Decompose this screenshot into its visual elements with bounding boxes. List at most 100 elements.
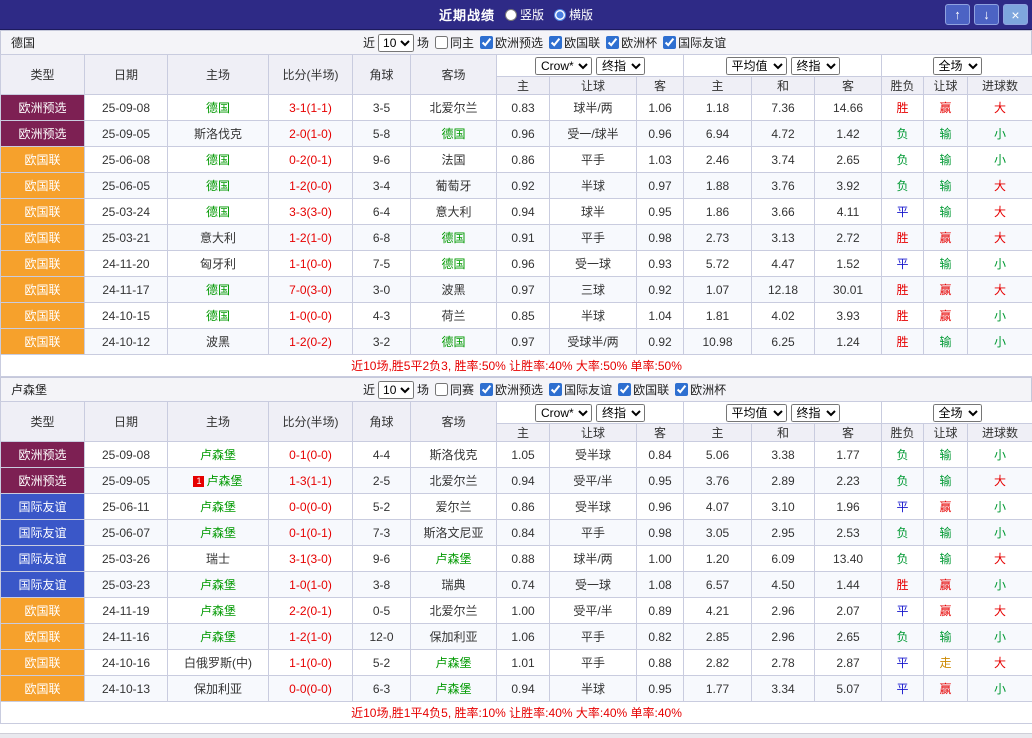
league-filter[interactable]: 国际友谊 <box>549 381 612 398</box>
corner-score: 6-3 <box>353 676 411 702</box>
avg-draw: 4.72 <box>752 121 815 147</box>
match-score: 1-0(1-0) <box>269 572 353 598</box>
result-goals: 大 <box>968 225 1032 251</box>
average-select[interactable]: 平均值 <box>726 57 787 75</box>
away-team-name: 德国 <box>441 231 465 245</box>
result-winloss: 负 <box>882 546 924 572</box>
scroll-down-button[interactable]: ↓ <box>974 4 999 25</box>
odds-away: 0.98 <box>637 520 684 546</box>
league-filter-checkbox[interactable] <box>618 383 631 396</box>
league-filter[interactable]: 欧洲杯 <box>675 381 726 398</box>
avg-draw: 3.38 <box>752 442 815 468</box>
odds-away: 1.04 <box>637 303 684 329</box>
bookmaker-odds-group: Crow*终指 <box>497 55 684 77</box>
league-filter[interactable]: 欧国联 <box>618 381 669 398</box>
league-filter[interactable]: 欧洲杯 <box>606 34 657 51</box>
match-score: 1-1(0-0) <box>269 650 353 676</box>
odds-home: 0.92 <box>497 173 550 199</box>
match-row: 国际友谊25-03-23卢森堡1-0(1-0)3-8瑞典0.74受一球1.086… <box>1 572 1032 598</box>
result-goals: 大 <box>968 650 1032 676</box>
avg-away: 14.66 <box>815 95 882 121</box>
match-score: 0-0(0-0) <box>269 676 353 702</box>
league-filter-checkbox[interactable] <box>675 383 688 396</box>
same-venue-checkbox[interactable] <box>435 36 448 49</box>
avg-away: 3.92 <box>815 173 882 199</box>
bookmaker-select[interactable]: Crow* <box>535 57 592 75</box>
result-handicap: 输 <box>924 173 968 199</box>
subcol-avg_home: 主 <box>684 424 752 442</box>
away-team: 德国 <box>411 251 497 277</box>
away-team: 卢森堡 <box>411 676 497 702</box>
league-filter-checkbox[interactable] <box>480 36 493 49</box>
average-odds-group: 平均值终指 <box>684 402 882 424</box>
avg-draw: 6.09 <box>752 546 815 572</box>
away-team: 爱尔兰 <box>411 494 497 520</box>
league-filter-checkbox[interactable] <box>606 36 619 49</box>
same-venue-filter[interactable]: 同主 <box>435 34 474 51</box>
subcol-avg_away: 客 <box>815 77 882 95</box>
league-filter-checkbox[interactable] <box>549 383 562 396</box>
layout-option-horizontal[interactable]: 横版 <box>554 6 593 23</box>
odds-home: 0.74 <box>497 572 550 598</box>
odds-away: 0.96 <box>637 121 684 147</box>
result-handicap: 赢 <box>924 277 968 303</box>
final-odds-select[interactable]: 终指 <box>596 404 645 422</box>
away-team: 德国 <box>411 225 497 251</box>
matches-label: 场 <box>417 381 429 398</box>
result-goals: 小 <box>968 303 1032 329</box>
average-final-odds-select[interactable]: 终指 <box>791 57 840 75</box>
away-team-name: 北爱尔兰 <box>429 474 477 488</box>
fulltime-select[interactable]: 全场 <box>933 404 982 422</box>
result-winloss: 负 <box>882 624 924 650</box>
league-filter[interactable]: 欧洲预选 <box>480 381 543 398</box>
avg-home: 2.73 <box>684 225 752 251</box>
odds-home: 0.94 <box>497 676 550 702</box>
result-goals: 小 <box>968 676 1032 702</box>
match-count-select[interactable]: 10 <box>378 381 414 399</box>
avg-home: 1.81 <box>684 303 752 329</box>
scroll-up-button[interactable]: ↑ <box>945 4 970 25</box>
odds-handicap: 受半球 <box>550 442 637 468</box>
team-bar: 德国近10场同主欧洲预选欧国联欧洲杯国际友谊 <box>0 30 1032 54</box>
home-team-name: 卢森堡 <box>200 630 236 644</box>
horizontal-radio[interactable] <box>554 9 566 21</box>
fulltime-select[interactable]: 全场 <box>933 57 982 75</box>
corner-score: 3-4 <box>353 173 411 199</box>
result-goals: 大 <box>968 277 1032 303</box>
subcol-odds_handicap: 让球 <box>550 77 637 95</box>
odds-home: 0.85 <box>497 303 550 329</box>
odds-home: 0.86 <box>497 147 550 173</box>
match-date: 25-06-08 <box>85 147 168 173</box>
avg-away: 2.65 <box>815 147 882 173</box>
league-filter-checkbox[interactable] <box>480 383 493 396</box>
league-filter-checkbox[interactable] <box>549 36 562 49</box>
avg-away: 2.53 <box>815 520 882 546</box>
subcol-avg_draw: 和 <box>752 424 815 442</box>
league-filter[interactable]: 欧洲预选 <box>480 34 543 51</box>
match-score: 1-2(0-0) <box>269 173 353 199</box>
same-venue-filter[interactable]: 同赛 <box>435 381 474 398</box>
match-count-select[interactable]: 10 <box>378 34 414 52</box>
vertical-radio[interactable] <box>505 9 517 21</box>
result-goals: 小 <box>968 251 1032 277</box>
average-final-odds-select[interactable]: 终指 <box>791 404 840 422</box>
bookmaker-select[interactable]: Crow* <box>535 404 592 422</box>
home-team-name: 卢森堡 <box>206 474 242 488</box>
close-button[interactable]: × <box>1003 4 1028 25</box>
average-select[interactable]: 平均值 <box>726 404 787 422</box>
match-row: 欧国联25-06-08德国0-2(0-1)9-6法国0.86平手1.032.46… <box>1 147 1032 173</box>
away-team-name: 荷兰 <box>441 309 465 323</box>
subcol-odds_away: 客 <box>637 77 684 95</box>
league-filter[interactable]: 欧国联 <box>549 34 600 51</box>
league-filter[interactable]: 国际友谊 <box>663 34 726 51</box>
league-filter-checkbox[interactable] <box>663 36 676 49</box>
same-venue-checkbox[interactable] <box>435 383 448 396</box>
away-team: 斯洛伐克 <box>411 442 497 468</box>
final-odds-select[interactable]: 终指 <box>596 57 645 75</box>
col-date: 日期 <box>85 55 168 95</box>
league-filter-label: 欧国联 <box>564 34 600 51</box>
layout-option-vertical[interactable]: 竖版 <box>505 6 544 23</box>
col-home: 主场 <box>168 55 269 95</box>
avg-draw: 12.18 <box>752 277 815 303</box>
avg-home: 4.07 <box>684 494 752 520</box>
